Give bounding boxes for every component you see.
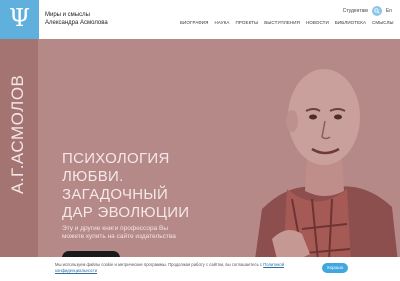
hero-title-line: ЛЮБВИ. xyxy=(62,168,124,185)
hero-subtitle-line: Эту и другие книги профессора Вы xyxy=(62,225,169,232)
students-link[interactable]: Студентам xyxy=(343,8,368,14)
site-title[interactable]: Миры и смыслы Александра Асмолова xyxy=(45,11,108,27)
cookie-message: Мы используем файлы cookie и метрические… xyxy=(55,262,263,267)
logo-symbol: Ψ xyxy=(8,4,31,32)
nav-item-science[interactable]: НАУКА xyxy=(214,20,229,25)
site-title-line2: Александра Асмолова xyxy=(45,20,108,26)
sidebar: А.Г.АСМОЛОВ xyxy=(0,39,38,281)
sidebar-author-name: А.Г.АСМОЛОВ xyxy=(8,74,27,194)
nav-item-library[interactable]: БИБЛИОТЕКА xyxy=(335,20,366,25)
hero-section: ПСИХОЛОГИЯ ЛЮБВИ. ЗАГАДОЧНЫЙ ДАР ЭВОЛЮЦИ… xyxy=(38,39,400,281)
site-title-line1: Миры и смыслы xyxy=(45,12,90,18)
cookie-text: Мы используем файлы cookie и метрические… xyxy=(55,262,300,274)
site-header: Ψ Миры и смыслы Александра Асмолова Студ… xyxy=(0,0,400,39)
author-portrait xyxy=(252,69,400,281)
search-icon xyxy=(374,8,380,14)
privacy-policy-link-cont[interactable]: конфиденциальности xyxy=(55,268,97,273)
hero-title-line: ЗАГАДОЧНЫЙ xyxy=(62,186,169,203)
nav-item-biography[interactable]: БИОГРАФИЯ xyxy=(180,20,208,25)
nav-item-news[interactable]: НОВОСТИ xyxy=(306,20,329,25)
cookie-banner: Мы используем файлы cookie и метрические… xyxy=(0,257,400,281)
search-button[interactable] xyxy=(371,6,382,16)
hero-title-line: ПСИХОЛОГИЯ xyxy=(62,150,170,167)
nav-item-meanings[interactable]: СМЫСЛЫ xyxy=(372,20,394,25)
main-nav: БИОГРАФИЯ НАУКА ПРОЕКТЫ ВЫСТУПЛЕНИЯ НОВО… xyxy=(180,20,394,25)
accept-cookies-button[interactable]: Хорошо xyxy=(322,263,348,273)
hero-title: ПСИХОЛОГИЯ ЛЮБВИ. ЗАГАДОЧНЫЙ ДАР ЭВОЛЮЦИ… xyxy=(62,150,222,222)
header-utilities: Студентам En xyxy=(343,5,392,17)
nav-item-projects[interactable]: ПРОЕКТЫ xyxy=(236,20,259,25)
nav-item-talks[interactable]: ВЫСТУПЛЕНИЯ xyxy=(264,20,300,25)
language-switch[interactable]: En xyxy=(386,8,392,14)
hero-subtitle: Эту и другие книги профессора Вы можете … xyxy=(62,225,212,241)
privacy-policy-link[interactable]: Политикой xyxy=(263,262,284,267)
hero-title-line: ДАР ЭВОЛЮЦИИ xyxy=(62,204,190,221)
psi-logo-icon[interactable]: Ψ xyxy=(0,0,39,39)
hero-subtitle-line: можете купить на сайте издательства xyxy=(62,233,176,240)
